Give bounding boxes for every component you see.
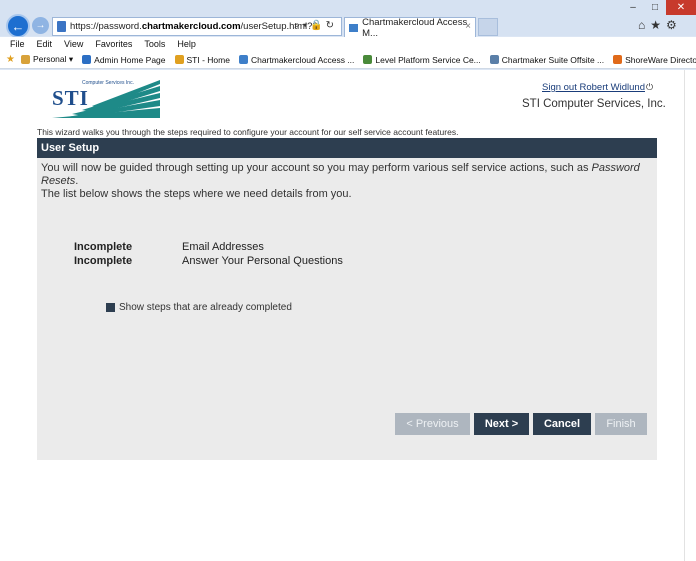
show-completed-checkbox[interactable]	[106, 303, 115, 312]
menu-tools[interactable]: Tools	[144, 39, 165, 49]
step-status: Incomplete	[74, 255, 133, 267]
favorites-item[interactable]: Chartmakercloud Access ...	[238, 54, 355, 65]
previous-button[interactable]: < Previous	[395, 413, 470, 435]
star-icon[interactable]: ★	[650, 18, 666, 32]
web-page: Computer Services Inc. STI Sign out Robe…	[0, 70, 684, 561]
home-icon[interactable]: ⌂	[638, 18, 650, 32]
new-tab-button[interactable]	[478, 18, 498, 36]
wizard-panel: You will now be guided through setting u…	[37, 158, 657, 460]
favorites-item-label: ShoreWare Director Login	[625, 54, 696, 65]
sign-out-link[interactable]: Sign out Robert Widlund	[542, 82, 645, 93]
favorite-icon	[489, 55, 499, 64]
arrow-left-icon: ←	[11, 18, 25, 34]
show-completed-option[interactable]: Show steps that are already completed	[106, 302, 292, 313]
back-button[interactable]: ←	[6, 14, 30, 38]
menu-help[interactable]: Help	[177, 39, 196, 49]
company-name: STI Computer Services, Inc.	[522, 98, 666, 110]
favorites-item-label: Admin Home Page	[94, 54, 166, 65]
search-icon[interactable]: ⌕	[294, 20, 303, 31]
menu-view[interactable]: View	[64, 39, 83, 49]
maximize-button[interactable]: □	[644, 0, 666, 15]
wizard-intro: This wizard walks you through the steps …	[37, 127, 459, 137]
favorites-item-label: Chartmakercloud Access ...	[250, 54, 355, 65]
favorites-item[interactable]: Level Platform Service Ce...	[363, 54, 481, 65]
gear-icon[interactable]: ⚙	[666, 18, 682, 32]
tab-favicon	[349, 23, 359, 32]
favorite-icon	[20, 55, 30, 64]
arrow-right-icon: →	[35, 20, 46, 31]
panel-title: User Setup	[37, 138, 657, 158]
favorites-item[interactable]: Chartmaker Suite Offsite ...	[489, 54, 605, 65]
favorite-icon	[238, 55, 248, 64]
step-name: Email Addresses	[182, 241, 264, 253]
lock-icon[interactable]: 🔒	[310, 20, 325, 31]
favorite-icon	[174, 55, 184, 64]
sti-logo[interactable]: Computer Services Inc. STI	[52, 80, 162, 118]
favorites-bar: ★ Personal ▾ Admin Home Page STI - Home Cha…	[0, 51, 696, 69]
favorites-item-label: Level Platform Service Ce...	[375, 54, 481, 65]
favorites-item-label: STI - Home	[186, 54, 230, 65]
step-status: Incomplete	[74, 241, 133, 253]
favorites-item[interactable]: STI - Home	[174, 54, 230, 65]
power-icon[interactable]: ⏻	[646, 82, 653, 93]
favorites-item-label: Personal ▾	[32, 54, 74, 64]
close-tab-icon[interactable]: ×	[465, 21, 471, 32]
show-completed-label: Show steps that are already completed	[119, 302, 292, 313]
refresh-icon[interactable]: ↻	[326, 20, 337, 31]
browser-tab[interactable]: Chartmakercloud Access M... ×	[344, 16, 476, 39]
menu-file[interactable]: File	[10, 39, 25, 49]
star-icon: ★	[6, 54, 15, 65]
step-name: Answer Your Personal Questions	[182, 255, 343, 267]
favorites-item[interactable]: Admin Home Page	[82, 54, 166, 65]
address-icons[interactable]: ⌕▾🔒↻	[294, 20, 337, 31]
cancel-button[interactable]: Cancel	[533, 413, 591, 435]
favorites-item[interactable]: Personal ▾	[20, 54, 74, 65]
address-bar[interactable]: https://password.chartmakercloud.com/use…	[52, 17, 342, 36]
close-window-button[interactable]: ✕	[666, 0, 696, 15]
favorite-icon	[613, 55, 623, 64]
wizard-description-2: The list below shows the steps where we …	[41, 188, 352, 200]
browser-chrome: ← → https://password.chartmakercloud.com…	[0, 0, 696, 70]
right-edge	[684, 70, 696, 561]
minimize-button[interactable]: –	[622, 0, 644, 15]
favorite-icon	[363, 55, 373, 64]
wizard-description: You will now be guided through setting u…	[41, 162, 640, 187]
favorites-item[interactable]: ShoreWare Director Login	[613, 55, 696, 65]
finish-button[interactable]: Finish	[595, 413, 647, 435]
favorite-icon	[82, 55, 92, 64]
menu-favorites[interactable]: Favorites	[95, 39, 132, 49]
next-button[interactable]: Next >	[474, 413, 529, 435]
logo-stripes-icon	[52, 80, 160, 118]
favorites-item-label: Chartmaker Suite Offsite ...	[501, 54, 605, 65]
toolbar-icons[interactable]: ⌂★⚙	[638, 18, 682, 32]
tab-title: Chartmakercloud Access M...	[362, 16, 468, 39]
menu-bar: File Edit View Favorites Tools Help	[0, 37, 696, 51]
favorites-star[interactable]: ★	[6, 54, 15, 65]
forward-button[interactable]: →	[32, 17, 49, 34]
menu-edit[interactable]: Edit	[37, 39, 53, 49]
page-icon	[57, 21, 66, 32]
